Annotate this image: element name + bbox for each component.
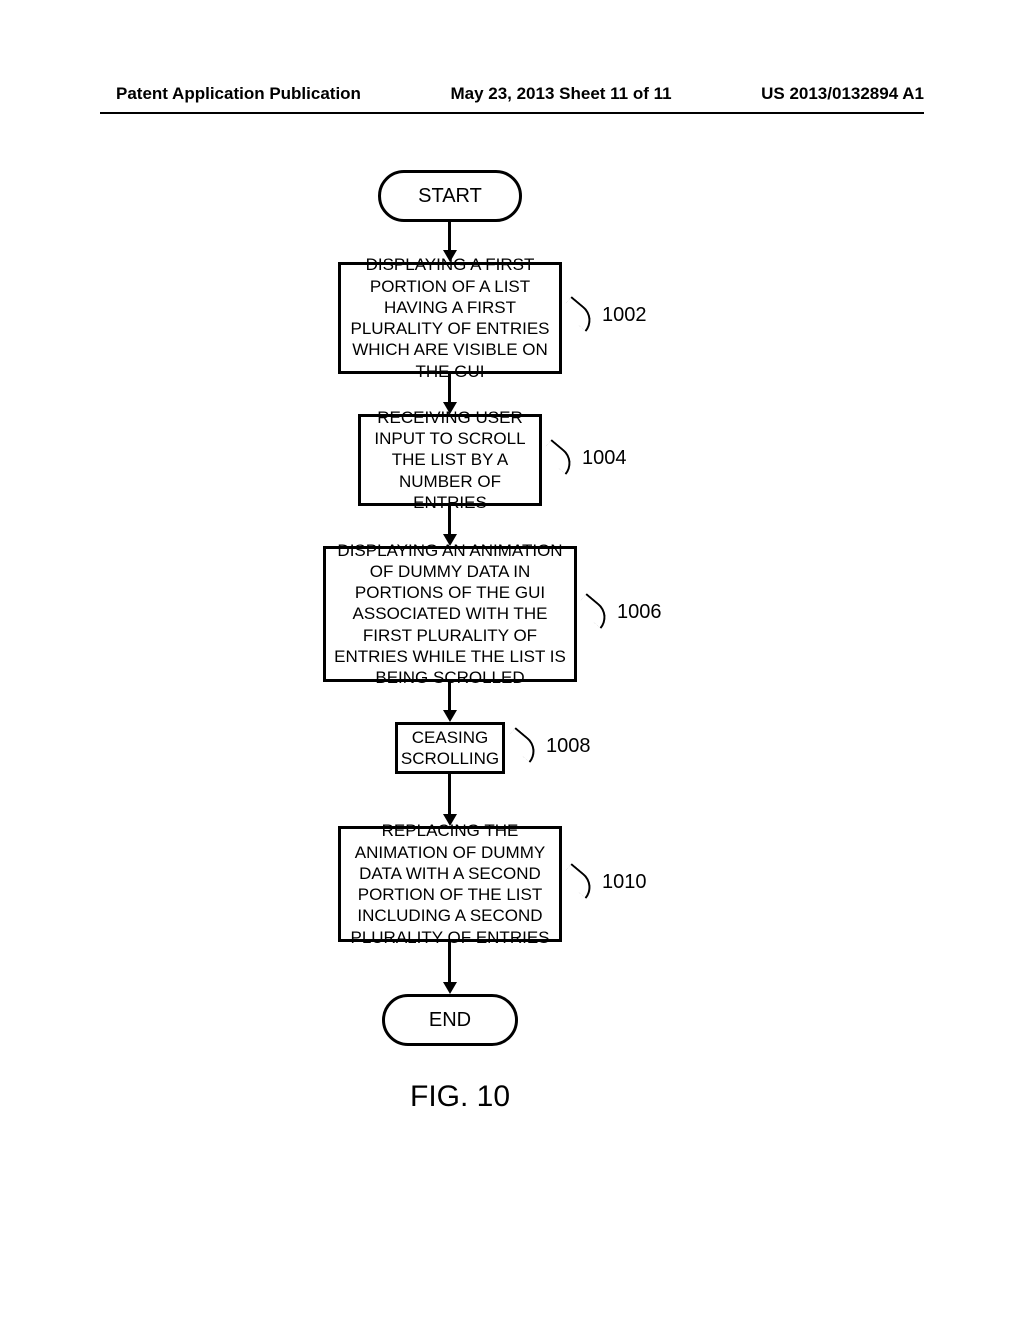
arrow-3-line bbox=[448, 506, 451, 536]
ref-curve-1 bbox=[560, 296, 598, 332]
terminal-end: END bbox=[382, 994, 518, 1046]
ref-1008: 1008 bbox=[546, 735, 591, 758]
ref-1002: 1002 bbox=[602, 304, 647, 327]
page-header: Patent Application Publication May 23, 2… bbox=[0, 84, 1024, 112]
ref-1004: 1004 bbox=[582, 447, 627, 470]
process-step5: REPLACING THE ANIMATION OF DUMMY DATA WI… bbox=[338, 826, 562, 942]
ref-curve-2 bbox=[540, 439, 578, 475]
end-label: END bbox=[429, 1009, 471, 1032]
arrow-6-line bbox=[448, 942, 451, 984]
arrow-6-head bbox=[443, 982, 457, 994]
ref-curve-4 bbox=[504, 727, 542, 763]
ref-1010: 1010 bbox=[602, 871, 647, 894]
start-label: START bbox=[418, 185, 482, 208]
step3-text: DISPLAYING AN ANIMATION OF DUMMY DATA IN… bbox=[332, 540, 568, 689]
terminal-start: START bbox=[378, 170, 522, 222]
figure-label: FIG. 10 bbox=[410, 1080, 510, 1114]
process-step2: RECEIVING USER INPUT TO SCROLL THE LIST … bbox=[358, 414, 542, 506]
step2-text: RECEIVING USER INPUT TO SCROLL THE LIST … bbox=[367, 407, 533, 513]
ref-curve-5 bbox=[560, 863, 598, 899]
process-step1: DISPLAYING A FIRST PORTION OF A LIST HAV… bbox=[338, 262, 562, 374]
header-left: Patent Application Publication bbox=[116, 84, 361, 104]
header-right: US 2013/0132894 A1 bbox=[761, 84, 924, 104]
step4-text: CEASING SCROLLING bbox=[401, 727, 499, 770]
step5-text: REPLACING THE ANIMATION OF DUMMY DATA WI… bbox=[347, 820, 553, 948]
step1-text: DISPLAYING A FIRST PORTION OF A LIST HAV… bbox=[347, 254, 553, 382]
ref-1006: 1006 bbox=[617, 601, 662, 624]
header-center: May 23, 2013 Sheet 11 of 11 bbox=[450, 84, 671, 104]
ref-curve-3 bbox=[575, 593, 613, 629]
arrow-5-line bbox=[448, 774, 451, 816]
arrow-1-line bbox=[448, 222, 451, 252]
header-divider bbox=[100, 112, 924, 114]
flowchart: START DISPLAYING A FIRST PORTION OF A LI… bbox=[0, 160, 1024, 1160]
process-step4: CEASING SCROLLING bbox=[395, 722, 505, 774]
process-step3: DISPLAYING AN ANIMATION OF DUMMY DATA IN… bbox=[323, 546, 577, 682]
arrow-4-head bbox=[443, 710, 457, 722]
arrow-2-line bbox=[448, 374, 451, 404]
arrow-4-line bbox=[448, 682, 451, 712]
